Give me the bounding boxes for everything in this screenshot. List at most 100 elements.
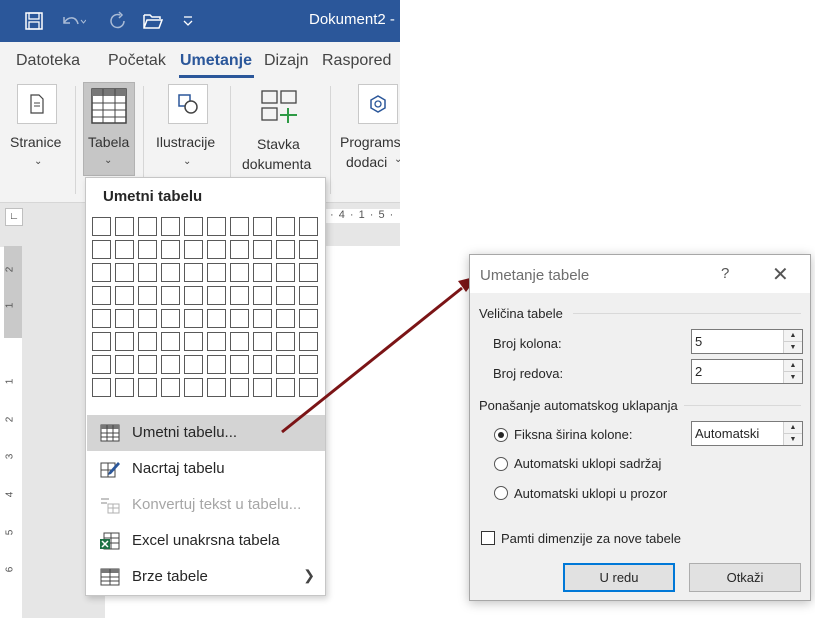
grid-cell[interactable] [207,332,226,351]
spin-up-icon[interactable]: ▲ [784,360,802,372]
grid-cell[interactable] [299,286,318,305]
tab-datoteka[interactable]: Datoteka [16,52,80,70]
grid-cell[interactable] [230,355,249,374]
ok-button[interactable]: U redu [563,563,675,592]
grid-cell[interactable] [207,263,226,282]
grid-cell[interactable] [138,263,157,282]
grid-cell[interactable] [184,378,203,397]
grid-cell[interactable] [115,332,134,351]
grid-cell[interactable] [184,217,203,236]
grid-cell[interactable] [230,240,249,259]
grid-cell[interactable] [184,240,203,259]
tab-raspored[interactable]: Raspored [322,52,391,70]
grid-cell[interactable] [138,309,157,328]
grid-cell[interactable] [138,332,157,351]
redo-icon[interactable] [106,9,130,33]
stranice-button[interactable]: Stranice ⌄ [6,82,68,182]
undo-icon[interactable] [58,9,88,33]
grid-cell[interactable] [276,309,295,328]
grid-cell[interactable] [299,378,318,397]
spin-down-icon[interactable]: ▼ [784,434,802,445]
customize-toolbar-icon[interactable] [179,9,197,33]
stavka-dokumenta-button[interactable]: Stavka dokumenta [236,82,324,182]
grid-cell[interactable] [161,263,180,282]
grid-cell[interactable] [138,240,157,259]
open-folder-icon[interactable] [141,9,165,33]
grid-cell[interactable] [253,286,272,305]
grid-cell[interactable] [207,309,226,328]
grid-cell[interactable] [115,263,134,282]
grid-cell[interactable] [253,355,272,374]
grid-cell[interactable] [230,263,249,282]
grid-cell[interactable] [207,355,226,374]
grid-cell[interactable] [230,378,249,397]
grid-cell[interactable] [207,378,226,397]
grid-cell[interactable] [184,309,203,328]
menu-item-quick-tables[interactable]: Brze tabele ❯ [87,559,325,595]
tabela-button[interactable]: Tabela ⌄ [83,82,135,176]
grid-cell[interactable] [276,332,295,351]
grid-cell[interactable] [184,263,203,282]
grid-cell[interactable] [115,240,134,259]
grid-cell[interactable] [92,332,111,351]
grid-cell[interactable] [92,263,111,282]
grid-cell[interactable] [184,355,203,374]
grid-cell[interactable] [230,286,249,305]
help-icon[interactable]: ? [721,265,729,282]
menu-item-convert-text[interactable]: Konvertuj tekst u tabelu... [87,487,325,523]
grid-cell[interactable] [299,355,318,374]
grid-cell[interactable] [276,355,295,374]
grid-cell[interactable] [253,378,272,397]
grid-cell[interactable] [299,217,318,236]
grid-cell[interactable] [276,217,295,236]
grid-cell[interactable] [115,355,134,374]
grid-cell[interactable] [253,263,272,282]
grid-cell[interactable] [299,332,318,351]
table-size-grid[interactable] [92,217,318,397]
grid-cell[interactable] [92,240,111,259]
grid-cell[interactable] [207,217,226,236]
grid-cell[interactable] [138,355,157,374]
grid-cell[interactable] [161,240,180,259]
menu-item-excel-table[interactable]: Excel unakrsna tabela [87,523,325,559]
grid-cell[interactable] [276,286,295,305]
grid-cell[interactable] [115,378,134,397]
grid-cell[interactable] [230,217,249,236]
spin-down-icon[interactable]: ▼ [784,342,802,353]
grid-cell[interactable] [92,286,111,305]
grid-cell[interactable] [161,217,180,236]
save-icon[interactable] [22,9,46,33]
cancel-button[interactable]: Otkaži [689,563,801,592]
grid-cell[interactable] [92,309,111,328]
grid-cell[interactable] [161,309,180,328]
tab-pocetak[interactable]: Početak [108,52,166,70]
grid-cell[interactable] [299,263,318,282]
grid-cell[interactable] [92,355,111,374]
tab-umetanje[interactable]: Umetanje [180,52,252,70]
spin-up-icon[interactable]: ▲ [784,422,802,434]
spin-down-icon[interactable]: ▼ [784,372,802,383]
grid-cell[interactable] [253,332,272,351]
grid-cell[interactable] [161,355,180,374]
menu-item-insert-table[interactable]: Umetni tabelu... [87,415,325,451]
grid-cell[interactable] [276,263,295,282]
tab-stop-selector[interactable]: ∟ [5,208,23,226]
grid-cell[interactable] [115,286,134,305]
grid-cell[interactable] [161,332,180,351]
grid-cell[interactable] [253,240,272,259]
rows-stepper[interactable]: 2 ▲ ▼ [691,359,803,384]
autofit-contents-radio[interactable] [494,457,508,471]
ilustracije-button[interactable]: Ilustracije ⌄ [150,82,224,182]
grid-cell[interactable] [184,332,203,351]
grid-cell[interactable] [138,378,157,397]
spin-up-icon[interactable]: ▲ [784,330,802,342]
grid-cell[interactable] [115,309,134,328]
programski-dodaci-button[interactable]: Programs dodaci ⌄ [336,82,400,182]
grid-cell[interactable] [161,286,180,305]
fixed-width-stepper[interactable]: Automatski ▲ ▼ [691,421,803,446]
grid-cell[interactable] [299,309,318,328]
grid-cell[interactable] [276,240,295,259]
grid-cell[interactable] [184,286,203,305]
grid-cell[interactable] [207,240,226,259]
autofit-window-radio[interactable] [494,486,508,500]
